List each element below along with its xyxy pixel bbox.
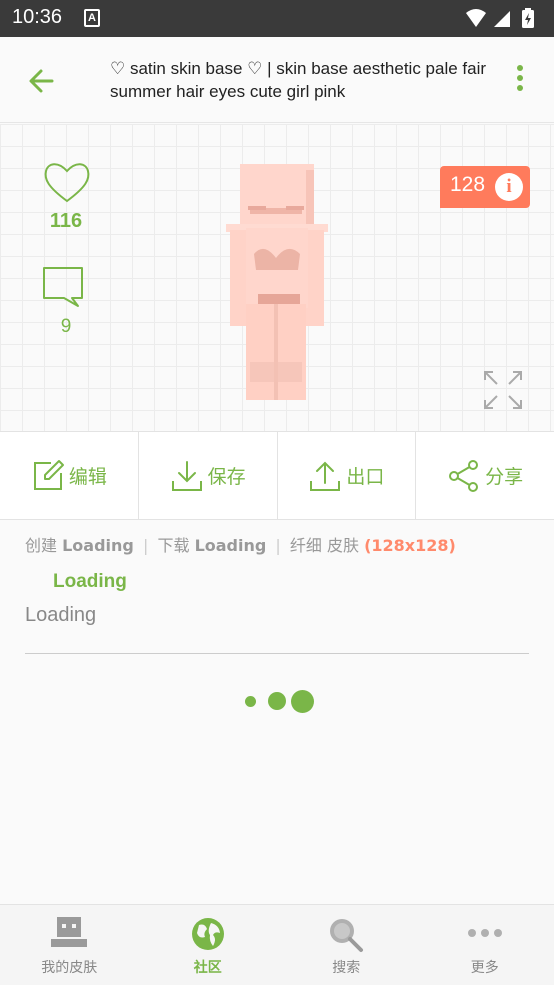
comment-button[interactable] [40,264,90,314]
nav-label: 我的皮肤 [41,960,98,976]
heart-icon [44,163,90,203]
back-button[interactable] [22,61,64,101]
resolution-text: (128x128) [364,536,456,555]
upload-icon [310,461,341,491]
created-value: Loading [62,536,134,555]
edit-label: 编辑 [68,466,107,488]
download-icon [171,460,202,491]
created-label: 创建 [25,536,58,555]
fullscreen-button[interactable] [482,369,524,411]
edit-button[interactable]: 编辑 [0,432,139,519]
action-bar: 编辑 保存 出口 分享 [0,431,554,520]
loading-indicator [244,689,324,713]
skin-model[interactable] [226,162,332,402]
save-label: 保存 [207,466,246,488]
skin-type: 纤细 皮肤 [289,536,359,555]
expand-icon [484,371,522,409]
back-arrow-icon [29,69,54,93]
export-button[interactable]: 出口 [278,432,417,519]
nav-label: 更多 [470,960,499,976]
more-dots-icon [467,929,502,937]
my-skins-icon [51,917,88,947]
status-time: 10:36 [12,6,63,28]
info-icon: i [495,173,523,201]
author-name[interactable]: Loading [53,571,127,593]
search-icon [330,919,364,952]
nav-label: 社区 [193,960,222,976]
skin-meta: 创建 Loading | 下载 Loading | 纤细 皮肤 (128x128… [25,532,456,556]
nav-label: 搜索 [332,960,361,976]
page-title: ♡ satin skin base ♡ | skin base aestheti… [110,59,487,101]
downloads-label: 下载 [157,536,190,555]
comment-bubble-icon [43,267,83,307]
globe-icon [191,918,224,950]
separator: | [142,536,149,555]
nav-my-skins[interactable]: 我的皮肤 [0,905,139,985]
save-button[interactable]: 保存 [139,432,278,519]
nav-search[interactable]: 搜索 [277,905,416,985]
status-bar: 10:36 A [0,0,554,37]
share-label: 分享 [485,466,524,488]
nav-more[interactable]: 更多 [416,905,554,985]
app-bar: ♡ satin skin base ♡ | skin base aestheti… [0,37,554,123]
skin-description: Loading [25,604,97,626]
resolution-badge[interactable]: 128 i [440,166,530,208]
comment-count: 9 [60,316,72,337]
export-label: 出口 [346,466,385,488]
skin-preview[interactable]: 116 9 128 i [0,124,554,431]
share-icon [449,459,479,492]
like-count: 116 [49,210,83,232]
wifi-icon [466,9,486,27]
separator: | [275,536,281,555]
overflow-menu-button[interactable] [516,65,524,97]
edit-icon [33,459,64,490]
divider [25,653,529,654]
downloads-value: Loading [194,536,267,555]
like-button[interactable] [40,159,94,209]
signal-icon [494,11,510,27]
notification-a-icon: A [84,9,100,27]
share-button[interactable]: 分享 [416,432,554,519]
bottom-navigation: 我的皮肤 社区 搜索 更多 [0,904,554,985]
status-icons [464,7,544,33]
resolution-value: 128 [450,173,486,196]
nav-community[interactable]: 社区 [139,905,278,985]
battery-icon [522,8,534,28]
